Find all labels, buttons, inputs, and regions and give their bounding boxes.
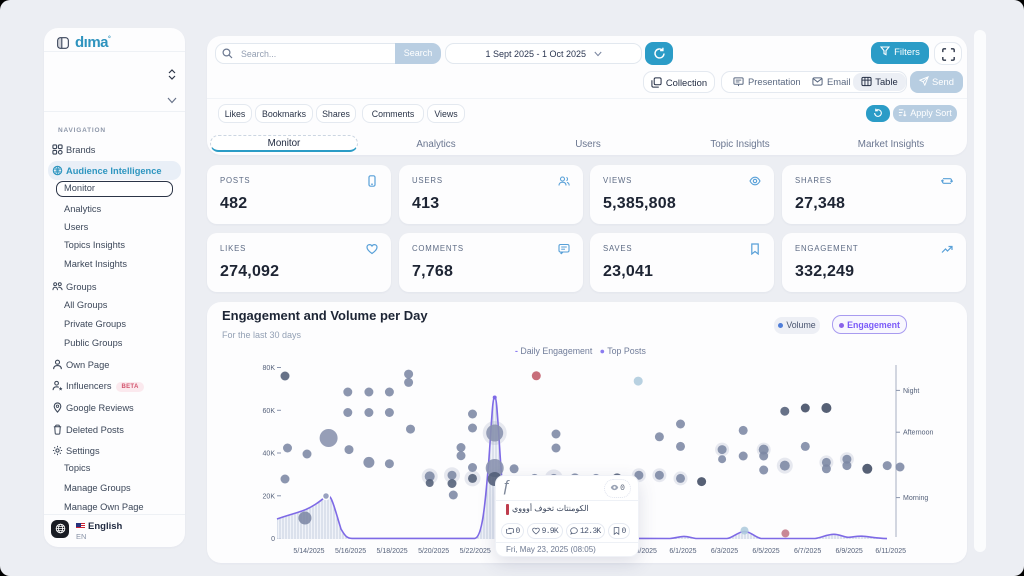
svg-text:5/16/2025: 5/16/2025 — [335, 548, 366, 555]
svg-text:5/18/2025: 5/18/2025 — [377, 548, 408, 555]
svg-text:20K: 20K — [263, 493, 276, 500]
svg-text:Night: Night — [903, 388, 919, 395]
svg-text:40K: 40K — [263, 451, 276, 458]
svg-text:Morning: Morning — [903, 495, 928, 502]
svg-text:5/20/2025: 5/20/2025 — [418, 548, 449, 555]
svg-text:6/9/2025: 6/9/2025 — [836, 548, 863, 555]
svg-text:Afternoon: Afternoon — [903, 430, 933, 437]
svg-text:6/11/2025: 6/11/2025 — [875, 548, 906, 555]
svg-text:5/22/2025: 5/22/2025 — [460, 548, 491, 555]
svg-text:60K: 60K — [263, 408, 276, 415]
svg-text:80K: 80K — [263, 365, 276, 372]
svg-text:6/5/2025: 6/5/2025 — [752, 548, 779, 555]
svg-text:6/3/2025: 6/3/2025 — [711, 548, 738, 555]
svg-text:5/14/2025: 5/14/2025 — [293, 548, 324, 555]
svg-text:6/1/2025: 6/1/2025 — [669, 548, 696, 555]
svg-text:6/7/2025: 6/7/2025 — [794, 548, 821, 555]
svg-text:0: 0 — [271, 536, 275, 543]
